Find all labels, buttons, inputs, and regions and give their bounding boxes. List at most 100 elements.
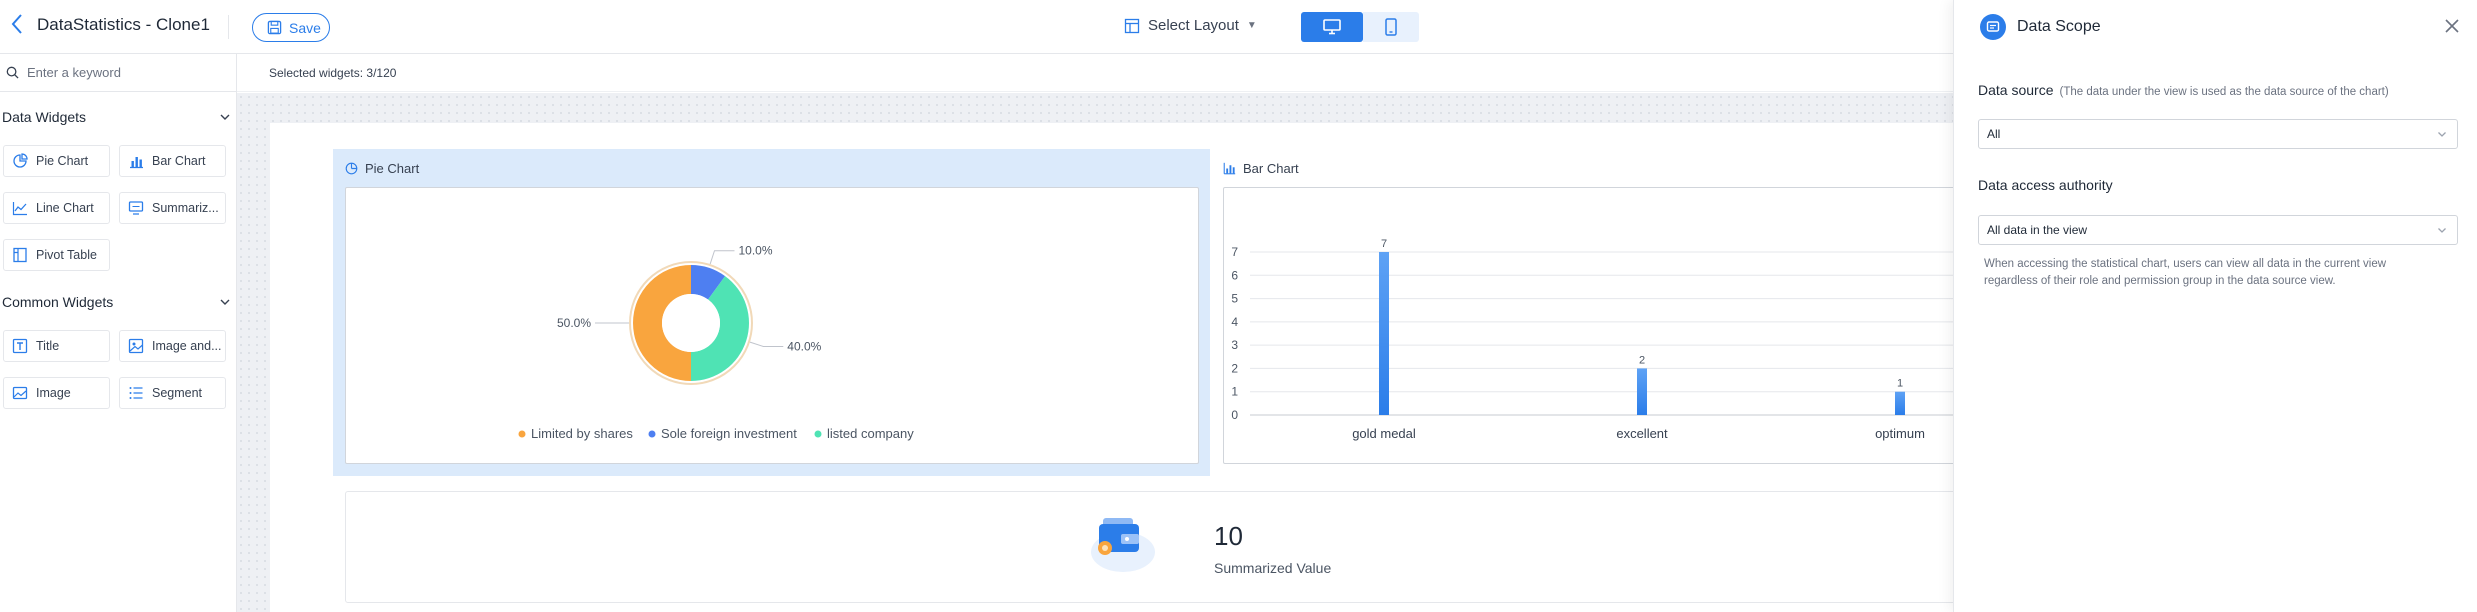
y-tick-label: 6 [1231,268,1238,282]
header-divider [228,15,229,39]
pie-data-label: 40.0% [787,339,821,353]
legend-entry[interactable]: listed company [827,426,914,441]
wallet-icon [1091,518,1155,572]
bar-data-label: 2 [1639,354,1645,366]
widget-label: Pivot Table [36,248,97,262]
legend-marker [648,430,656,438]
data-access-label: Data access authority [1978,177,2113,193]
data-access-select[interactable]: All data in the view [1978,215,2458,245]
widget-label: Summariz... [152,201,219,215]
data-source-label-text: Data source [1978,82,2054,98]
desktop-view-toggle[interactable] [1301,12,1363,42]
y-tick-label: 2 [1231,361,1238,375]
data-access-value: All data in the view [1987,223,2088,237]
pie-data-label: 50.0% [557,316,591,330]
legend-marker [814,430,822,438]
widget-label: Pie Chart [36,154,89,168]
summary-value: 10 [1214,521,1243,551]
bar [1379,252,1389,415]
save-icon [267,20,282,35]
widget-label: Line Chart [36,201,94,215]
pie-chart-icon [13,153,28,168]
widget-label: Bar Chart [152,154,206,168]
bar-chart: 0 1 2 3 4 5 6 7 7 gold medal 2 excellent 1 optimum [1231,238,1984,441]
widget-image[interactable]: Image [3,377,110,409]
chevron-down-icon [2438,132,2446,137]
image-text-icon [128,338,144,354]
x-tick-label: optimum [1875,426,1925,441]
app-title: DataStatistics - Clone1 [37,15,210,34]
pie-data-label: 10.0% [738,244,772,258]
pie-label-line [709,250,735,265]
widget-sidebar: Data Widgets Pie Chart Bar Chart Line Ch… [0,54,237,612]
chevron-down-icon [220,299,230,305]
legend-entry[interactable]: Sole foreign investment [661,426,797,441]
back-arrow-icon[interactable] [10,12,30,38]
mobile-view-toggle[interactable] [1363,12,1419,42]
group-header-common-widgets[interactable]: Common Widgets [2,294,230,310]
desktop-icon [1323,19,1341,35]
widget-label: Image and... [152,339,222,353]
widget-segment[interactable]: Segment [119,377,226,409]
widget-title[interactable]: Title [3,330,110,362]
legend-entry[interactable]: Limited by shares [531,426,633,441]
pie-chart-title-text: Pie Chart [365,161,420,176]
bar-data-label: 7 [1381,238,1387,250]
legend-marker [518,430,526,438]
widget-pivot-table[interactable]: Pivot Table [3,239,110,271]
bar-chart-icon [130,157,143,169]
y-tick-label: 0 [1231,408,1238,422]
image-icon [12,386,28,400]
chevron-down-icon: ▼ [1246,20,1257,31]
widget-line-chart[interactable]: Line Chart [3,192,110,224]
summarized-value-widget[interactable] [345,491,1985,603]
data-scope-panel: Data Scope Data source (The data under th… [1953,0,2477,612]
data-source-select[interactable]: All [1978,119,2458,149]
widget-search [0,54,237,92]
widget-bar-chart[interactable]: Bar Chart [119,145,226,177]
pivot-table-icon [13,247,27,263]
save-button[interactable]: Save [252,13,330,42]
search-icon [6,66,19,79]
x-tick-label: gold medal [1352,426,1416,441]
canvas-info-bar: Selected widgets: 3/120 [237,54,1953,92]
mobile-icon [1385,18,1397,36]
data-access-help: When accessing the statistical chart, us… [1984,258,2387,287]
select-layout-dropdown[interactable]: Select Layout ▼ [1124,17,1257,34]
bar-chart-icon [1223,162,1236,175]
group-header-data-widgets[interactable]: Data Widgets [2,109,230,125]
bar-data-label: 1 [1897,378,1903,390]
bar [1895,391,1905,415]
summary-label: Summarized Value [1214,560,1332,576]
pie-chart: 10.0% 40.0% 50.0% Limited by shares Sole for… [518,244,914,441]
pie-chart-card: 10.0% 40.0% 50.0% Limited by shares Sole for… [345,187,1199,464]
widget-pie-chart[interactable]: Pie Chart [3,145,110,177]
y-tick-label: 5 [1231,292,1238,306]
widget-label: Title [36,339,60,353]
pie-chart-widget-title: Pie Chart [345,161,419,176]
line-chart-icon [12,202,27,216]
bar-chart-widget-title: Bar Chart [1223,161,1299,176]
bar-chart-title-text: Bar Chart [1243,161,1299,176]
monitor-icon [128,201,144,215]
group-title: Common Widgets [2,294,114,310]
widget-search-input[interactable] [27,65,217,80]
layout-icon [1124,18,1140,33]
close-icon[interactable] [2441,15,2463,37]
select-layout-label: Select Layout [1148,17,1239,34]
widget-summarized-value[interactable]: Summariz... [119,192,226,224]
selected-widgets-count: Selected widgets: 3/120 [269,66,397,80]
y-tick-label: 7 [1231,245,1238,259]
pie-label-line [749,341,784,347]
x-tick-label: excellent [1616,426,1668,441]
bar-chart-card: 0 1 2 3 4 5 6 7 7 gold medal 2 excellent 1 optimum [1223,187,1984,464]
save-label: Save [289,19,321,36]
y-tick-label: 1 [1231,385,1238,399]
y-tick-label: 4 [1231,315,1238,329]
chevron-down-icon [220,114,230,120]
title-icon [12,338,28,354]
widget-image-and-text[interactable]: Image and... [119,330,226,362]
widget-label: Image [36,386,71,400]
data-source-label: Data source (The data under the view is u… [1978,82,2389,98]
panel-title: Data Scope [2017,18,2101,35]
